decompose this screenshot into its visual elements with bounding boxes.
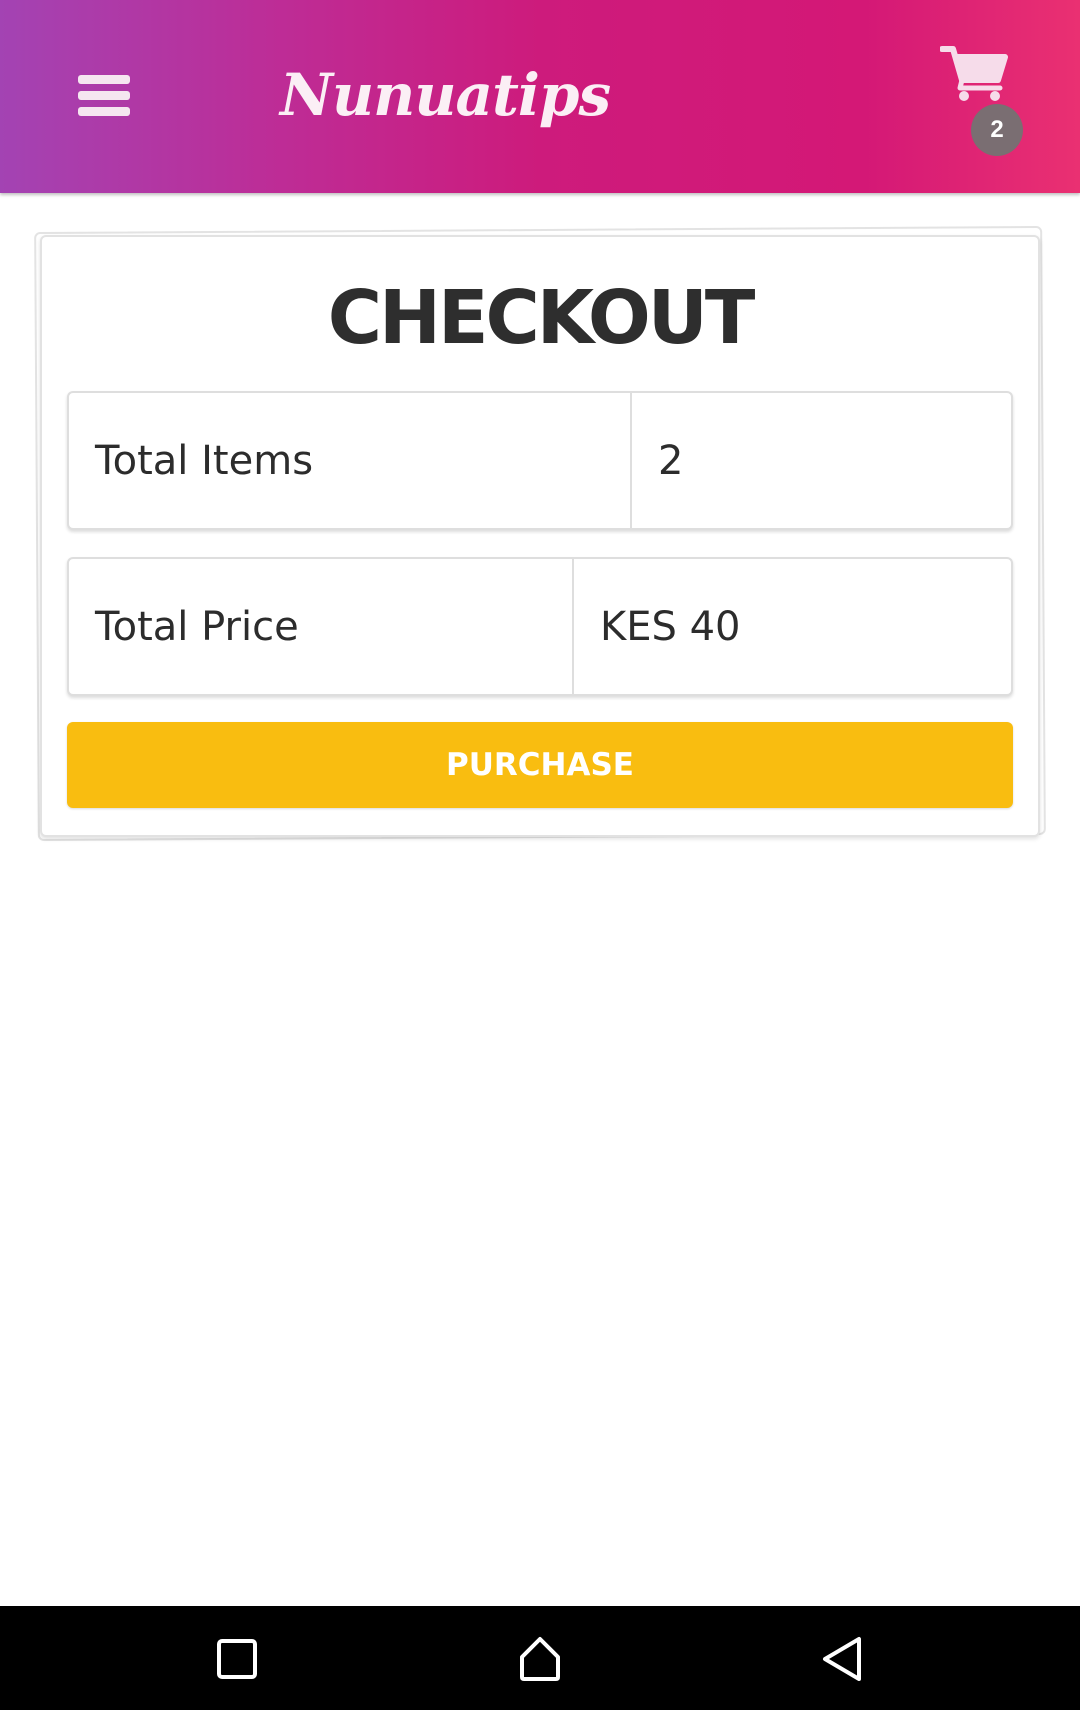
back-button[interactable] [803, 1624, 883, 1694]
square-recents-icon [217, 1639, 257, 1679]
purchase-button[interactable]: PURCHASE [67, 722, 1013, 808]
triangle-back-icon [823, 1637, 861, 1681]
total-price-value: KES 40 [600, 603, 741, 650]
checkout-title: CHECKOUT [327, 275, 756, 361]
total-items-row: Total Items 2 [67, 391, 1013, 530]
app-brand-title: Nunuatips [280, 61, 611, 129]
app-bar: Nunuatips 2 [0, 0, 1080, 193]
total-items-value: 2 [658, 437, 684, 484]
shopping-cart-icon [940, 46, 1008, 101]
hamburger-menu-icon[interactable] [64, 62, 142, 128]
home-button[interactable] [500, 1624, 580, 1694]
checkout-screen: Nunuatips 2 CHECKOUT Total Items 2 Total… [0, 0, 1080, 1710]
cart-button[interactable]: 2 [936, 40, 1036, 160]
total-price-row: Total Price KES 40 [67, 557, 1013, 696]
recents-button[interactable] [196, 1624, 276, 1694]
total-items-label: Total Items [69, 393, 632, 528]
system-nav-bar [0, 1606, 1080, 1710]
cart-count-badge: 2 [971, 104, 1023, 156]
home-icon [520, 1637, 560, 1681]
total-price-label: Total Price [69, 559, 574, 694]
